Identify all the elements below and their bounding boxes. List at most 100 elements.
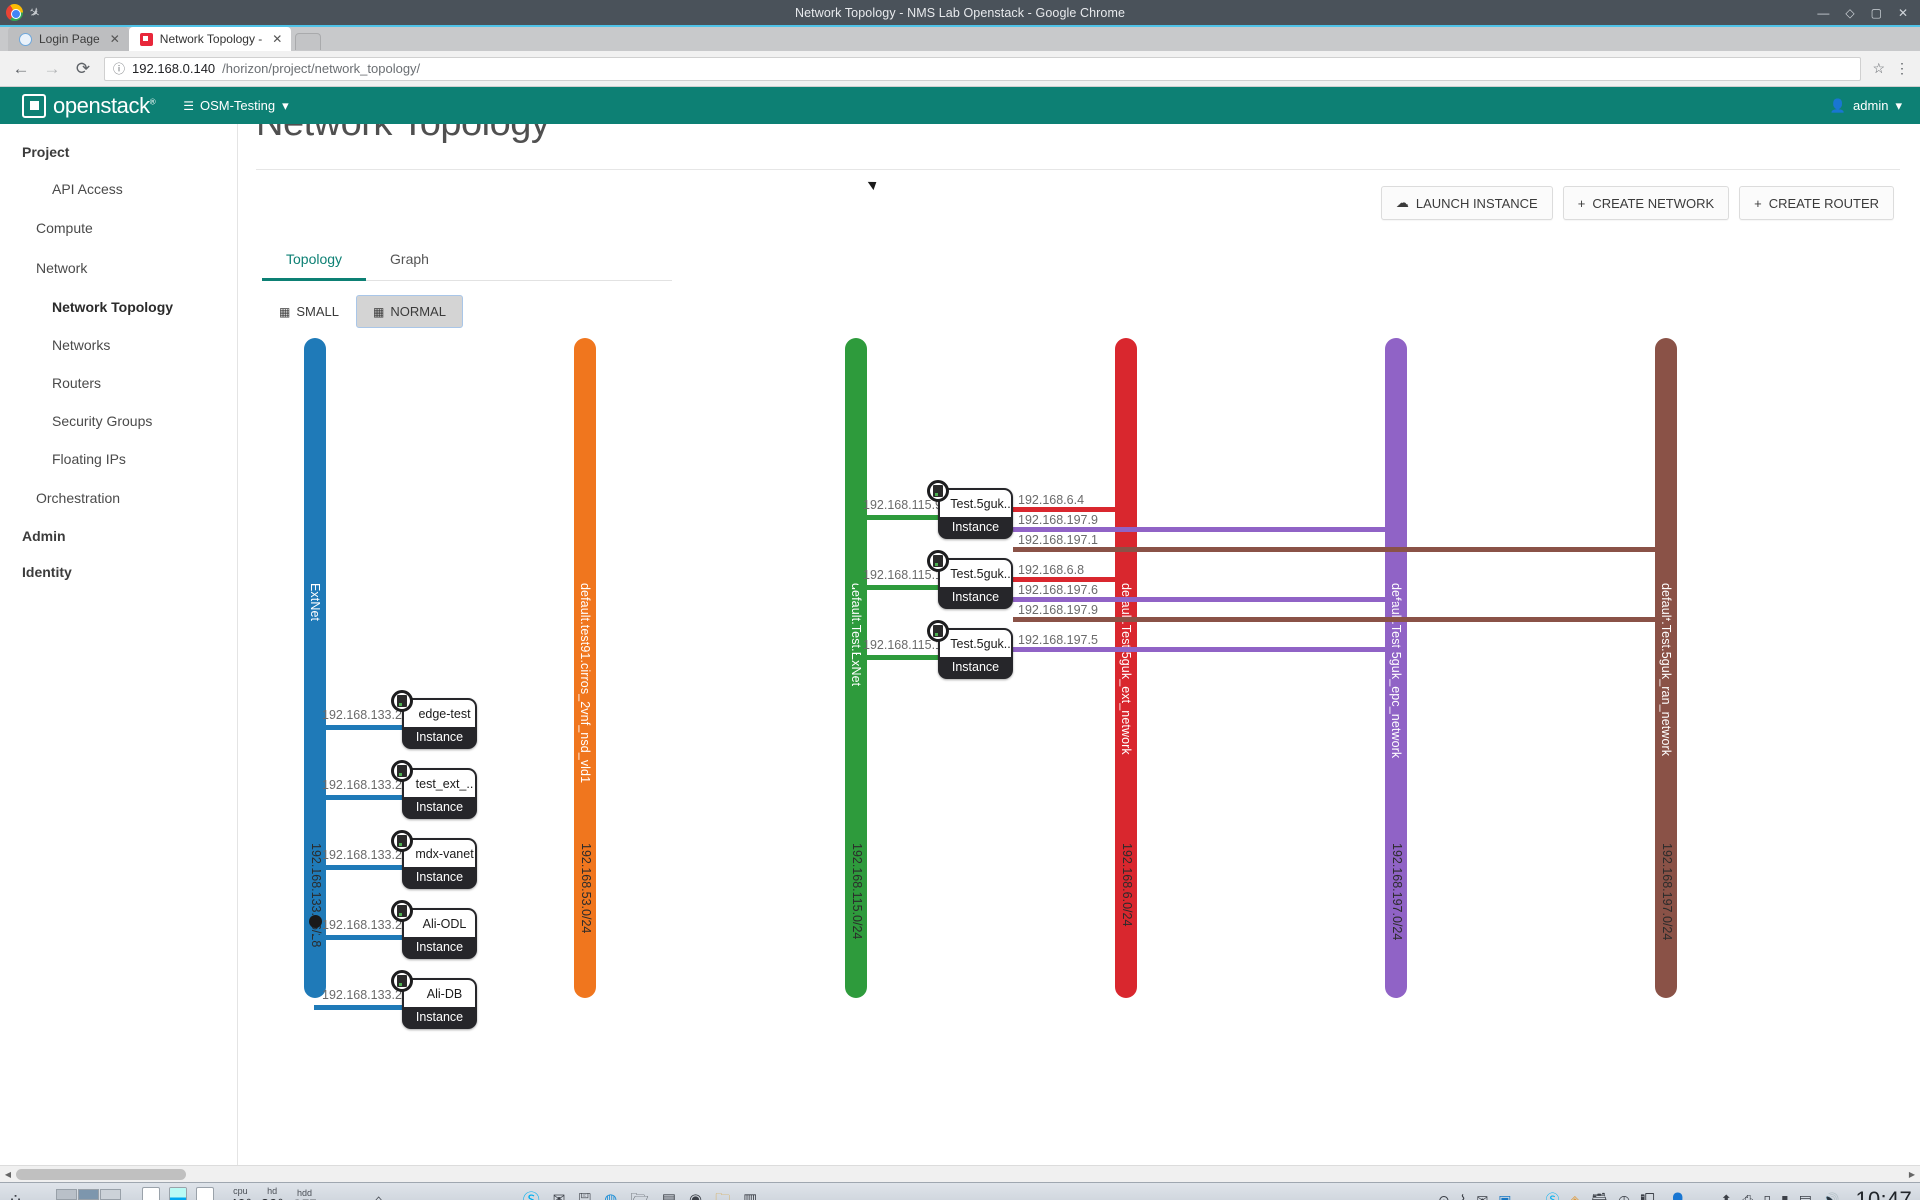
openstack-header: openstack® ☰ OSM-Testing ▾ 👤 admin ▾ <box>0 87 1920 124</box>
horizontal-scrollbar[interactable]: ◀ ▶ <box>0 1165 1920 1182</box>
browser-icon[interactable]: ◍ <box>604 1192 617 1200</box>
home-icon[interactable]: ⌂ <box>373 1192 383 1200</box>
sidebar-item-network[interactable]: Network <box>0 248 237 288</box>
button-label: CREATE NETWORK <box>1592 196 1714 211</box>
instance-node[interactable]: mdx-vanet Instance <box>402 838 477 889</box>
instance-node[interactable]: Test.5guk.. Instance <box>938 558 1013 609</box>
folder-icon[interactable]: 🗀 <box>715 1192 730 1200</box>
tab-topology[interactable]: Topology <box>262 242 366 281</box>
instance-name: Ali-DB <box>404 980 475 1007</box>
back-icon[interactable]: ← <box>11 59 31 79</box>
create-router-button[interactable]: + CREATE ROUTER <box>1739 186 1894 220</box>
chrome-menu-icon[interactable]: ⋮ <box>1895 60 1909 77</box>
logo-registered-mark: ® <box>150 97 156 106</box>
restore-button[interactable]: ◇ <box>1845 6 1854 20</box>
skype-icon[interactable]: Ⓢ <box>1545 1193 1559 1200</box>
forward-icon[interactable]: → <box>42 59 62 79</box>
sidebar-group-identity[interactable]: Identity <box>0 554 237 590</box>
browser-tab-login-page[interactable]: Login Page ✕ <box>8 27 129 51</box>
instance-node[interactable]: edge-test Instance <box>402 698 477 749</box>
openstack-logo[interactable]: openstack® <box>22 93 155 119</box>
size-normal-button[interactable]: ▦ NORMAL <box>356 295 463 328</box>
scroll-left-arrow[interactable]: ◀ <box>0 1170 16 1179</box>
sidebar-group-admin[interactable]: Admin <box>0 518 237 554</box>
terminal-icon[interactable]: ▤ <box>662 1192 676 1200</box>
globe-icon <box>19 33 32 46</box>
notes-icon[interactable]: ▥ <box>743 1192 757 1200</box>
instance-type: Instance <box>404 797 475 817</box>
alert-icon[interactable]: ⊙ <box>1438 1193 1450 1200</box>
sidebar-item-security-groups[interactable]: Security Groups <box>0 402 237 440</box>
ip-address-label: 192.168.197.5 <box>1018 633 1098 647</box>
sidebar-item-networks[interactable]: Networks <box>0 326 237 364</box>
minimize-button[interactable]: — <box>1817 6 1829 20</box>
plus-icon: + <box>1754 196 1762 211</box>
sidebar-navigation: Project API Access Compute Network Netwo… <box>0 124 238 1165</box>
maximize-button[interactable]: ▢ <box>1871 6 1882 20</box>
mail-icon[interactable]: ✉ <box>1477 1193 1489 1200</box>
sidebar-item-routers[interactable]: Routers <box>0 364 237 402</box>
browser-tab-network-topology[interactable]: Network Topology - ✕ <box>129 27 292 51</box>
project-selector[interactable]: ☰ OSM-Testing ▾ <box>183 98 288 114</box>
workspace-2[interactable] <box>78 1189 99 1200</box>
instance-node[interactable]: Test.5guk.. Instance <box>938 628 1013 679</box>
size-label: NORMAL <box>390 304 446 319</box>
scrollbar-thumb[interactable] <box>16 1169 186 1180</box>
menu-icon[interactable]: ⁘ <box>8 1191 23 1200</box>
printer-icon[interactable]: ⎙ <box>1742 1193 1753 1200</box>
mail-icon[interactable]: ✉ <box>553 1192 566 1200</box>
floppy-icon[interactable]: 🖫 <box>578 1192 591 1200</box>
instance-node[interactable]: Test.5guk.. Instance <box>938 488 1013 539</box>
network-link <box>1013 597 1396 602</box>
sidebar-item-network-topology[interactable]: Network Topology <box>0 288 237 326</box>
close-button[interactable]: ✕ <box>1898 6 1908 20</box>
topology-canvas[interactable]: ExtNet192.168.133.16/28default.test91.ci… <box>238 338 1920 1073</box>
workspace-switcher[interactable] <box>56 1189 121 1200</box>
instance-node[interactable]: Ali-ODL Instance <box>402 908 477 959</box>
bookmark-star-icon[interactable]: ☆ <box>1872 60 1885 77</box>
clipboard-icon[interactable]: ▤ <box>1799 1193 1812 1200</box>
ip-address-label: 192.168.115.9 <box>863 498 942 512</box>
update-icon[interactable]: ⬆ <box>1720 1193 1732 1200</box>
network-cidr-exnet: 192.168.115.0/24 <box>850 843 864 939</box>
tab-graph[interactable]: Graph <box>366 242 453 280</box>
cloud-sync-icon[interactable]: ☁ <box>1521 1193 1535 1200</box>
launch-instance-button[interactable]: ☁ LAUNCH INSTANCE <box>1381 186 1553 220</box>
address-bar[interactable]: ⓘ 192.168.0.140/horizon/project/network_… <box>104 57 1861 81</box>
display-icon[interactable]: 🖳 <box>1640 1193 1659 1200</box>
battery-icon[interactable]: ▯ <box>1763 1193 1771 1200</box>
tab-close-icon[interactable]: ✕ <box>272 32 282 46</box>
instance-node[interactable]: Ali-DB Instance <box>402 978 477 1029</box>
chrome-icon[interactable]: ◉ <box>689 1192 702 1200</box>
user-menu[interactable]: 👤 admin ▾ <box>1830 98 1902 114</box>
size-small-button[interactable]: ▦ SMALL <box>262 295 356 328</box>
wifi-icon[interactable]: ⌇ <box>1460 1193 1467 1200</box>
reload-icon[interactable]: ⟳ <box>73 59 93 79</box>
ip-address-label: 192.168.6.8 <box>1018 563 1084 577</box>
package-icon[interactable]: ◈ <box>1569 1193 1580 1200</box>
user-icon[interactable]: 👤 <box>1669 1193 1686 1200</box>
grid-icon: ☰ <box>183 99 193 113</box>
sidebar-item-api-access[interactable]: API Access <box>0 170 237 208</box>
tab-close-icon[interactable]: ✕ <box>110 32 120 46</box>
weather-icon[interactable]: ☁ <box>1696 1193 1710 1200</box>
new-tab-button[interactable] <box>295 33 321 50</box>
usb-icon[interactable]: ▮ <box>1781 1193 1789 1200</box>
skype-icon[interactable]: Ⓢ <box>523 1192 540 1200</box>
clock-icon[interactable]: ◷ <box>1618 1193 1630 1200</box>
grid-icon: ▦ <box>373 305 383 319</box>
sidebar-item-compute[interactable]: Compute <box>0 208 237 248</box>
sidebar-item-floating-ips[interactable]: Floating IPs <box>0 440 237 478</box>
create-network-button[interactable]: + CREATE NETWORK <box>1563 186 1729 220</box>
scroll-right-arrow[interactable]: ▶ <box>1904 1170 1920 1179</box>
chat-icon[interactable]: ▣ <box>1498 1193 1511 1200</box>
workspace-1[interactable] <box>56 1189 77 1200</box>
volume-icon[interactable]: 🔊 <box>1822 1193 1839 1200</box>
instance-node[interactable]: test_ext_.. Instance <box>402 768 477 819</box>
wallet-icon[interactable]: 🗃 <box>1590 1193 1608 1200</box>
project-name: OSM-Testing <box>200 98 275 113</box>
page-info-icon[interactable]: ⓘ <box>113 60 125 77</box>
sidebar-item-orchestration[interactable]: Orchestration <box>0 478 237 518</box>
files-icon[interactable]: 🗁 <box>630 1192 649 1200</box>
workspace-3[interactable] <box>100 1189 121 1200</box>
